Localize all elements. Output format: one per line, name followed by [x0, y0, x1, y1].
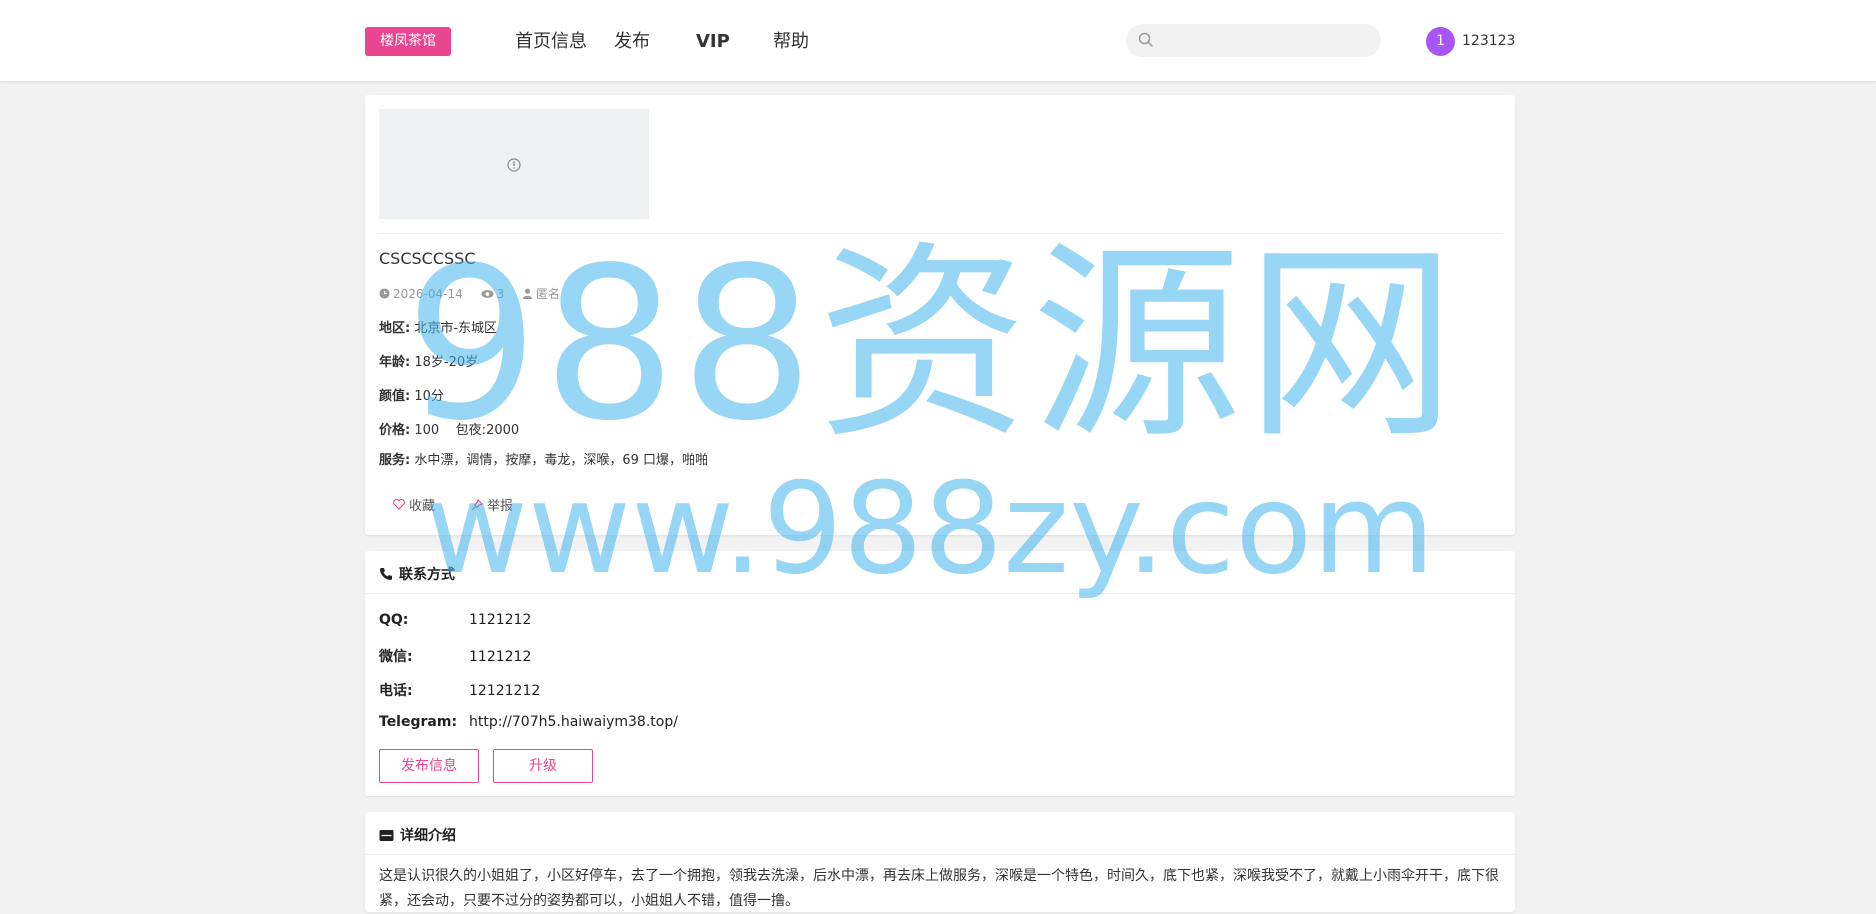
publish-info-button[interactable]: 发布信息 — [379, 749, 479, 783]
contact-card-header: 联系方式 — [365, 551, 1515, 594]
nav-home-info[interactable]: 首页信息 — [515, 30, 587, 54]
report-label: 举报 — [487, 499, 514, 514]
nav-vip[interactable]: VIP — [696, 30, 730, 54]
pin-icon — [471, 498, 483, 510]
search-input[interactable] — [1164, 30, 1368, 54]
divider — [379, 233, 1501, 234]
post-date: 2026-04-14 — [393, 286, 463, 301]
contact-value: 1121212 — [469, 649, 532, 665]
field-looks: 颜值: 10分 — [379, 385, 444, 404]
heart-icon — [393, 499, 405, 510]
field-label: 服务: — [379, 453, 411, 468]
contact-value: 12121212 — [469, 683, 541, 699]
clock-icon — [379, 288, 390, 299]
details-title: 详细介绍 — [400, 828, 456, 844]
contact-label: 电话: — [379, 683, 413, 699]
telegram-link[interactable]: http://707h5.haiwaiym38.top/ — [469, 714, 678, 730]
username[interactable]: 123123 — [1462, 33, 1515, 49]
contact-label: Telegram: — [379, 714, 458, 730]
field-value: 100 包夜:2000 — [414, 423, 520, 438]
field-value: 北京市-东城区 — [414, 321, 498, 336]
contact-row-wechat: 微信: 1121212 — [379, 646, 531, 666]
post-image-placeholder[interactable] — [379, 109, 649, 219]
contact-row-telegram: Telegram: http://707h5.haiwaiym38.top/ — [379, 714, 678, 730]
contact-row-qq: QQ: 1121212 — [379, 612, 531, 628]
field-label: 颜值: — [379, 389, 411, 404]
search-icon[interactable] — [1138, 32, 1154, 52]
ticket-icon — [379, 829, 394, 841]
nav-help[interactable]: 帮助 — [773, 30, 809, 54]
post-meta: 2026-04-14 3 匿名 — [379, 285, 574, 302]
post-author: 匿名 — [536, 287, 561, 301]
contact-card: 联系方式 QQ: 1121212 微信: 1121212 电话: 12121212 T… — [365, 551, 1515, 796]
top-navigation-bar: 楼凤茶馆 首页信息 发布 VIP 帮助 1 123123 — [0, 0, 1876, 82]
post-title: CSCSCCSSC — [379, 249, 476, 268]
contact-label: QQ: — [379, 612, 409, 628]
image-error-icon — [507, 157, 521, 176]
field-price: 价格: 100 包夜:2000 — [379, 419, 519, 438]
field-region: 地区: 北京市-东城区 — [379, 317, 497, 336]
upgrade-button[interactable]: 升级 — [493, 749, 593, 783]
user-icon — [522, 288, 533, 299]
field-label: 地区: — [379, 321, 411, 336]
field-age: 年龄: 18岁-20岁 — [379, 351, 478, 370]
contact-label: 微信: — [379, 649, 413, 665]
favorite-button[interactable]: 收藏 — [393, 495, 435, 514]
field-label: 年龄: — [379, 355, 411, 370]
favorite-label: 收藏 — [409, 499, 436, 514]
user-avatar[interactable]: 1 — [1426, 27, 1455, 56]
search-box — [1126, 24, 1381, 57]
contact-value: 1121212 — [469, 612, 532, 628]
nav-publish[interactable]: 发布 — [614, 30, 650, 54]
post-info-card: CSCSCCSSC 2026-04-14 3 匿名 地区: 北京市-东城区 年龄… — [365, 95, 1515, 535]
field-value: 水中漂，调情，按摩，毒龙，深喉，69 口爆，啪啪 — [414, 453, 709, 468]
site-logo[interactable]: 楼凤茶馆 — [365, 27, 451, 56]
details-card: 详细介绍 这是认识很久的小姐姐了，小区好停车，去了一个拥抱，领我去洗澡，后水中漂… — [365, 812, 1515, 912]
eye-icon — [481, 290, 494, 298]
details-text: 这是认识很久的小姐姐了，小区好停车，去了一个拥抱，领我去洗澡，后水中漂，再去床上… — [379, 868, 1499, 909]
phone-icon — [380, 568, 392, 580]
field-value: 18岁-20岁 — [414, 355, 479, 370]
post-views: 3 — [496, 287, 505, 301]
field-label: 价格: — [379, 423, 411, 438]
contact-row-phone: 电话: 12121212 — [379, 680, 540, 700]
details-card-header: 详细介绍 — [365, 812, 1515, 855]
field-services: 服务: 水中漂，调情，按摩，毒龙，深喉，69 口爆，啪啪 — [379, 449, 708, 468]
contact-title: 联系方式 — [399, 567, 455, 583]
field-value: 10分 — [414, 389, 444, 404]
report-button[interactable]: 举报 — [471, 495, 513, 514]
